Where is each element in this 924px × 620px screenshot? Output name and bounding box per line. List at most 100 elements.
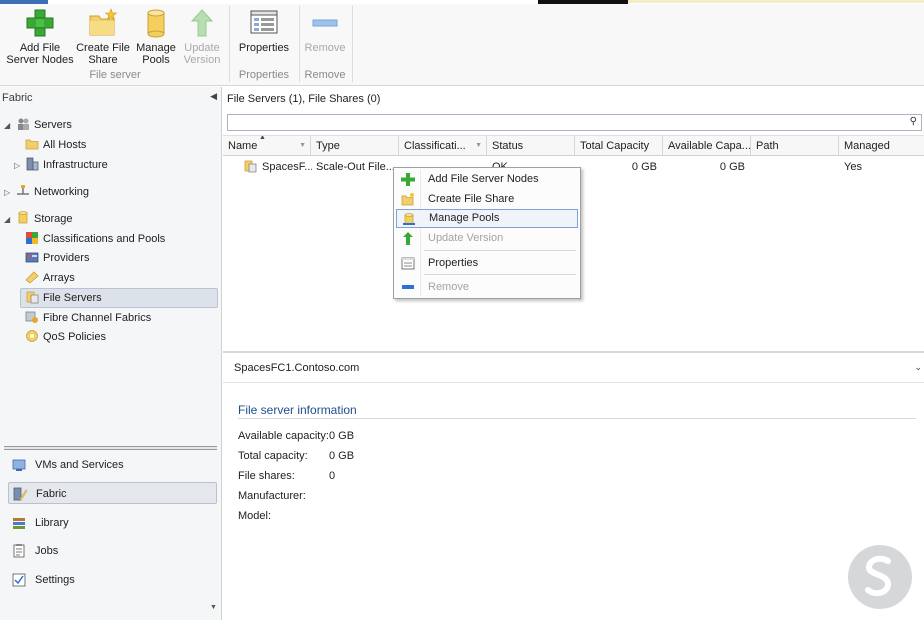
tree-item-providers[interactable]: Providers [25,249,89,268]
cylinder-icon [402,213,416,226]
search-box: ⚲ [227,114,922,131]
workspace-library-label: Library [35,517,69,529]
context-menu-remove[interactable]: Remove [396,278,578,297]
tree-item-all-hosts-label: All Hosts [43,139,87,151]
workspace-library[interactable]: Library [8,512,217,534]
tree-item-qos-policies[interactable]: QoS Policies [25,328,106,347]
info-label: Model: [238,510,272,522]
infrastructure-icon [25,157,39,171]
servers-icon [16,117,30,131]
tree-item-servers[interactable]: ◢ Servers [4,116,72,135]
tree-item-all-hosts[interactable]: All Hosts [25,136,86,155]
tree-item-arrays[interactable]: Arrays [25,269,75,288]
context-menu-item-label: Properties [428,257,479,269]
column-header-type[interactable]: Type [311,136,399,156]
add-file-server-nodes-button[interactable]: Add File Server Nodes [6,8,74,66]
tree-item-networking-label: Networking [34,186,90,198]
collapse-arrow-icon[interactable]: ◢ [4,210,10,229]
expand-arrow-icon[interactable]: ▷ [4,183,10,202]
ribbon-group-label-remove: Remove [304,69,346,81]
workspace-settings-label: Settings [35,574,75,586]
add-file-server-nodes-label-1: Add File [19,42,61,54]
ribbon-tab-dark[interactable] [538,0,628,4]
tree-item-fibre-channel-fabrics[interactable]: Fibre Channel Fabrics [25,309,151,328]
context-menu-item-label: Add File Server Nodes [428,173,539,185]
folder-star-icon [87,8,119,38]
properties-icon [248,8,280,38]
main-pane-title: File Servers (1), File Shares (0) [227,93,381,105]
context-menu-item-label: Update Version [428,232,504,244]
cell-name: SpacesF... [262,161,312,173]
remove-button[interactable]: Remove [303,8,347,54]
ribbon-separator [229,6,230,82]
expand-arrow-icon[interactable]: ▷ [14,156,20,175]
folder-icon [25,137,39,151]
arrays-icon [25,270,39,284]
filter-dropdown-icon[interactable]: ▼ [299,136,306,156]
tree-item-file-servers[interactable]: File Servers [25,289,102,308]
tree-item-file-servers-label: File Servers [43,292,102,304]
scroll-down-icon[interactable]: ▼ [210,604,217,611]
context-menu-manage-pools[interactable]: Manage Pools [396,209,578,228]
tree-item-classifications-and-pools[interactable]: Classifications and Pools [25,230,165,249]
context-menu-item-label: Manage Pools [429,212,500,224]
vms-icon [12,458,27,472]
column-header-path[interactable]: Path [751,136,839,156]
fibre-channel-icon [25,310,39,324]
column-header-total-capacity-label: Total Capacity [580,140,650,152]
properties-button[interactable]: Properties [234,8,294,54]
workspace-fabric-label: Fabric [36,488,67,500]
filter-dropdown-icon[interactable]: ▼ [475,136,482,156]
chevron-down-icon[interactable]: ⌄ [914,362,922,373]
tree-item-infrastructure[interactable]: ▷ Infrastructure [14,156,108,175]
info-label: File shares: [238,470,295,482]
file-server-icon [243,159,258,179]
collapse-arrow-icon[interactable]: ◢ [4,116,10,135]
context-menu-properties[interactable]: Properties [396,254,578,273]
column-header-path-label: Path [756,140,779,152]
info-row: Model: [238,508,271,524]
info-row: Available capacity: 0 GB [238,428,354,444]
file-servers-icon [25,290,39,304]
jobs-icon [12,544,27,558]
column-header-type-label: Type [316,140,340,152]
column-header-total-capacity[interactable]: Total Capacity [575,136,663,156]
update-version-label-2: Version [183,54,221,66]
column-header-classification[interactable]: Classificati... ▼ [399,136,487,156]
collapse-pane-icon[interactable]: ◀ [210,91,217,102]
workspace-settings[interactable]: Settings [8,569,217,591]
details-title: SpacesFC1.Contoso.com [234,362,360,374]
context-menu-update-version[interactable]: Update Version [396,229,578,248]
remove-icon [401,281,415,294]
column-header-name-label: Name [228,140,258,152]
column-header-managed[interactable]: Managed [839,136,924,156]
navigation-pane-title: Fabric [2,92,33,104]
qos-icon [25,329,39,343]
column-header-status[interactable]: Status [487,136,575,156]
search-input[interactable] [228,115,898,130]
update-version-button[interactable]: Update Version [180,8,224,66]
create-file-share-button[interactable]: Create File Share [76,8,130,66]
info-value: 0 GB [329,450,355,462]
context-menu-add-file-server-nodes[interactable]: Add File Server Nodes [396,170,578,189]
workspace-fabric[interactable]: Fabric [8,482,217,504]
workspace-vms-label: VMs and Services [35,459,124,471]
ribbon-tab-indicator[interactable] [0,0,48,4]
workspace-splitter[interactable] [4,446,217,450]
context-menu-create-file-share[interactable]: Create File Share [396,190,578,209]
tree-item-servers-label: Servers [34,119,72,131]
info-row: File shares: 0 [238,468,335,484]
workspace-jobs[interactable]: Jobs [8,540,217,562]
search-icon[interactable]: ⚲ [910,116,917,127]
tree-item-storage[interactable]: ◢ Storage [4,210,73,229]
tree-item-networking[interactable]: ▷ Networking [4,183,90,202]
column-header-name[interactable]: ▲ Name ▼ [223,136,311,156]
details-header[interactable]: SpacesFC1.Contoso.com ⌄ [223,353,924,383]
watermark-logo [848,545,912,609]
tree-item-providers-label: Providers [43,252,90,264]
properties-label: Properties [238,42,290,54]
manage-pools-button[interactable]: Manage Pools [134,8,178,66]
context-menu-item-label: Create File Share [428,193,515,205]
workspace-vms-and-services[interactable]: VMs and Services [8,454,217,476]
column-header-available-capacity[interactable]: Available Capa... [663,136,751,156]
